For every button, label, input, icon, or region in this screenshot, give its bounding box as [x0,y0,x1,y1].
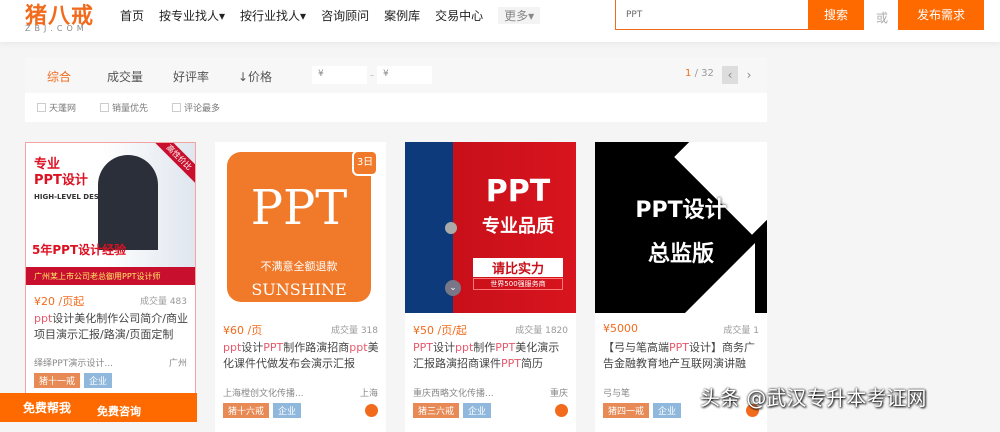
sales-count: 成交量 1820 [515,326,568,336]
checkbox-sales-first[interactable]: 销量优先 [100,101,148,114]
page-current: 1 [685,68,692,79]
enterprise-badge: 企业 [273,403,302,418]
image-text: 总监版 [647,242,714,267]
prev-page-button[interactable]: ‹ [722,66,738,84]
publish-button[interactable]: 发布需求 [898,0,984,30]
price: ¥60 /页 [223,324,263,337]
nav-consultant[interactable]: 咨询顾问 [321,7,369,24]
checkbox-label: 天蓬网 [49,104,77,114]
logo-subtitle: ZBJ.COM [25,24,88,33]
sort-price[interactable]: ↓价格 [238,68,272,85]
image-text: 请比实力 [473,258,563,277]
level-badge: 猪十一戒 [34,373,81,388]
banner-left-text: 免费帮我 [23,401,72,415]
checkbox-label: 销量优先 [112,104,149,114]
image-text: 世界500强服务商 [473,278,563,290]
level-badge: 猪三六戒 [413,403,460,418]
service-image[interactable]: 专业 PPT设计 HIGH-LEVEL DESGIN 5年PPT设计经验 广州某上市… [26,143,195,285]
checkbox-label: 评论最多 [184,104,221,114]
main-nav: 首页 按专业找人▾ 按行业找人▾ 咨询顾问 案例库 交易中心 更多▾ [120,7,555,24]
image-text: 5年PPT设计经验 [32,243,127,257]
sort-rating[interactable]: 好评率 [173,68,209,85]
checkbox-most-reviews[interactable]: 评论最多 [172,101,220,114]
image-dot-icon [445,222,457,234]
enterprise-badge: 企业 [463,403,492,418]
image-text: 不满意全额退款 [260,260,338,273]
image-text: PPT [485,174,551,209]
value-ribbon: 高性价比 [153,143,195,184]
nav-by-industry[interactable]: 按行业找人▾ [240,7,306,24]
service-card[interactable]: 专业 PPT设计 HIGH-LEVEL DESGIN 5年PPT设计经验 广州某上市… [25,142,196,402]
service-card[interactable]: PPT 专业品质 请比实力 世界500强服务商 ⌄ ¥50 /页/起 成交量 1… [405,142,576,432]
level-badge: 猪十六戒 [223,403,270,418]
nav-home[interactable]: 首页 [120,7,144,24]
nav-cases[interactable]: 案例库 [384,7,420,24]
service-image[interactable]: PPT设计 总监版 [595,142,767,313]
tags: 猪三六戒 企业 [413,403,492,418]
service-title[interactable]: 【弓与笔高端PPT设计】商务广告金融教育地产互联网演讲融 [603,340,761,372]
or-label: 或 [876,11,889,25]
header: 猪八戒 ZBJ.COM 首页 按专业找人▾ 按行业找人▾ 咨询顾问 案例库 交易… [0,0,1000,42]
person-figure [98,155,158,250]
enterprise-badge: 企业 [653,403,682,418]
service-title[interactable]: ppt设计美化制作公司简介/商业项目演示汇报/路演/页面定制 [34,311,189,343]
tags: 猪四一戒 企业 [603,403,682,418]
image-text: 专业品质 [482,216,554,237]
shop-name[interactable]: 上海樘创文化传播... [223,386,304,399]
nav-trade-center[interactable]: 交易中心 [435,7,483,24]
city: 上海 [359,389,378,399]
search-button[interactable]: 搜索 [808,0,864,30]
service-title[interactable]: PPT设计ppt制作PPT美化演示汇报路演招商课件PPT简历 [413,340,570,372]
city: 重庆 [549,389,568,399]
nav-more[interactable]: 更多▾ [498,7,541,24]
sort-sales[interactable]: 成交量 [107,68,143,85]
shop-name[interactable]: 绎绎PPT演示设计... [34,356,113,369]
sales-count: 成交量 483 [139,297,187,307]
search-input[interactable]: PPT [615,0,810,30]
chat-icon[interactable] [365,404,378,417]
next-page-button[interactable]: › [741,66,757,84]
nav-by-skill[interactable]: 按专业找人▾ [159,7,225,24]
sort-default[interactable]: 综合 [47,68,71,85]
service-image[interactable]: PPT 专业品质 请比实力 世界500强服务商 ⌄ [405,142,576,313]
service-image[interactable]: PPT 不满意全额退款 SUNSHINE 3日 [215,142,386,313]
free-consult-button[interactable]: 免费咨询 [97,403,141,419]
price: ¥50 /页/起 [413,324,467,337]
watermark: 头条 @武汉专升本考证网 [700,386,927,410]
image-text: 广州某上市公司老总御用PPT设计师 [26,267,195,285]
page-indicator: 1 / 32 [685,68,714,79]
enterprise-badge: 企业 [84,373,113,388]
filter-panel: 综合 成交量 好评率 ↓价格 ¥ - ¥ 1 / 32 ‹ › 天蓬网 销量优先… [25,57,767,122]
image-text: PPT [250,180,348,236]
city: 广州 [168,359,187,369]
free-consult-banner[interactable]: 免费帮我 免费咨询 [0,393,197,422]
service-title[interactable]: ppt设计PPT制作路演招商ppt美化课件代做发布会演示汇报 [223,340,380,372]
chat-icon[interactable] [555,404,568,417]
price-min-input[interactable]: ¥ [312,66,367,84]
tags: 猪十六戒 企业 [223,403,302,418]
price-dash: - [370,68,375,82]
shop-name[interactable]: 弓与笔 [603,386,630,399]
tags: 猪十一戒 企业 [34,373,113,388]
image-text: SUNSHINE [251,280,347,299]
badge-icon: 3日 [352,150,378,176]
price-max-input[interactable]: ¥ [377,66,432,84]
chevron-down-icon[interactable]: ⌄ [445,280,461,296]
sales-count: 成交量 318 [330,326,378,336]
checkbox-tianpeng[interactable]: 天蓬网 [37,101,76,114]
level-badge: 猪四一戒 [603,403,650,418]
service-card[interactable]: PPT 不满意全额退款 SUNSHINE 3日 ¥60 /页 成交量 318 p… [215,142,386,432]
price: ¥20 /页起 [34,295,85,308]
price: ¥5000 [603,322,638,335]
page-total: / 32 [694,68,714,79]
shop-name[interactable]: 重庆西略文化传播... [413,386,494,399]
sales-count: 成交量 1 [723,326,759,336]
image-text: PPT设计 [635,198,727,223]
